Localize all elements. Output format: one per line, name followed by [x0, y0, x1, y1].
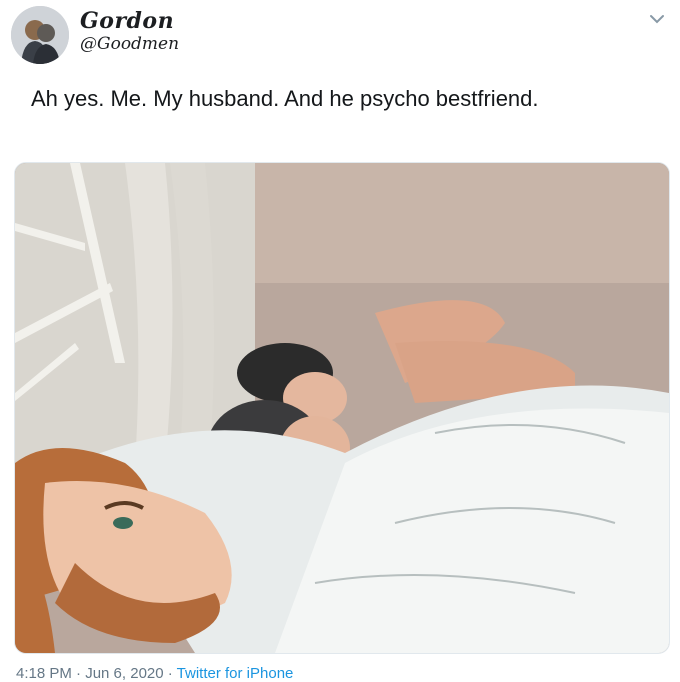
user-handle[interactable]: @Goodmen — [80, 34, 179, 54]
timestamp[interactable]: 4:18 PM · Jun 6, 2020 · — [16, 665, 177, 682]
chevron-down-icon[interactable] — [648, 10, 666, 28]
tweet-text: Ah yes. Me. My husband. And he psycho be… — [31, 86, 539, 111]
tweet-image[interactable] — [14, 162, 670, 654]
tweet-card: Gordon @Goodmen Ah yes. Me. My husband. … — [0, 0, 680, 682]
source-link[interactable]: Twitter for iPhone — [177, 665, 294, 682]
tweet-footer: 4:18 PM · Jun 6, 2020 · Twitter for iPho… — [16, 665, 293, 682]
avatar[interactable] — [11, 6, 69, 64]
display-name[interactable]: Gordon — [80, 8, 174, 34]
